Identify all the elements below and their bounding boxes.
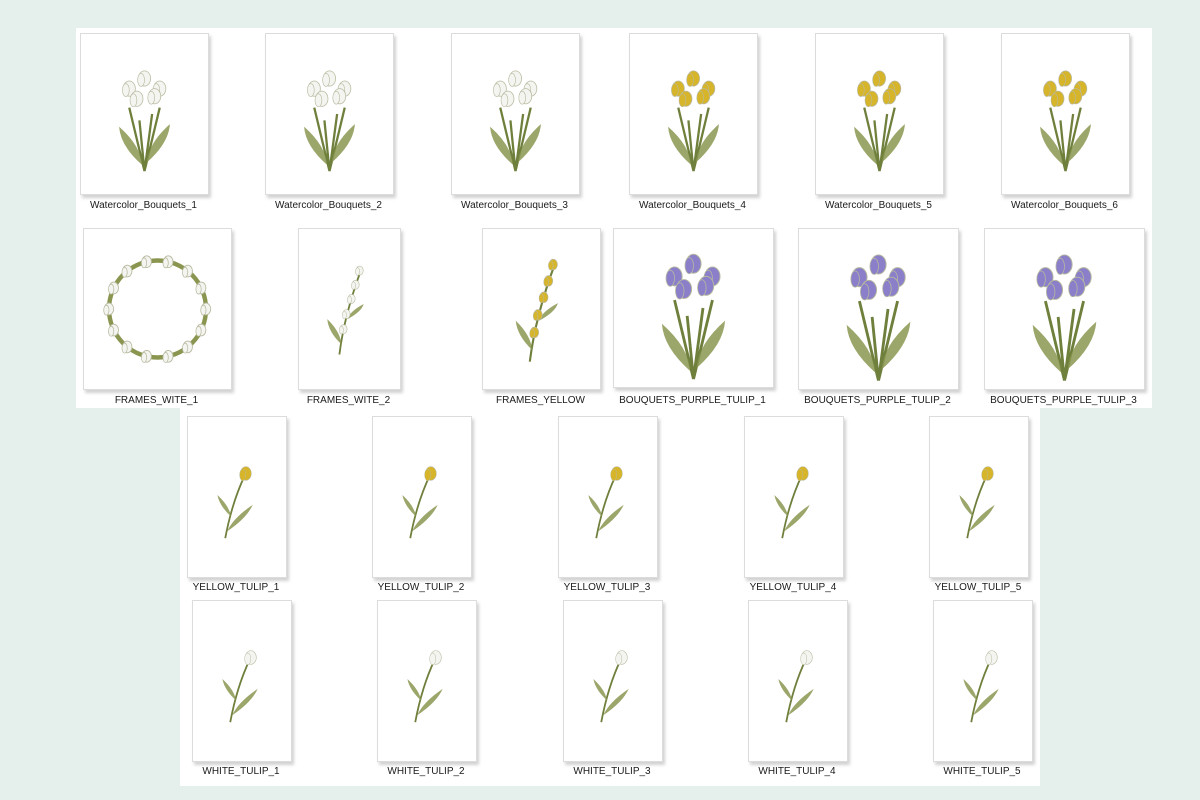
thumbnail-item[interactable]: FRAMES_YELLOW [482, 228, 601, 409]
thumbnail-image[interactable] [613, 228, 774, 388]
yellow-tulip-icon [774, 466, 810, 539]
thumbnail-label: Watercolor_Bouquets_2 [275, 200, 382, 211]
thumbnail-label: Watercolor_Bouquets_1 [90, 200, 197, 211]
thumbnail-image[interactable] [815, 33, 944, 195]
thumbnail-label: YELLOW_TULIP_3 [563, 582, 651, 593]
thumbnail-item[interactable]: Watercolor_Bouquets_3 [451, 33, 580, 214]
white-tulip-bouquet-icon [490, 70, 541, 172]
thumbnail-label: FRAMES_WITE_1 [114, 395, 199, 406]
thumbnail-item[interactable]: Watercolor_Bouquets_2 [265, 33, 394, 214]
white-tulip-wreath-icon [103, 255, 212, 363]
thumbnail-item[interactable]: YELLOW_TULIP_2 [372, 416, 472, 596]
thumbnail-item[interactable]: Watercolor_Bouquets_5 [815, 33, 944, 214]
purple-tulip-bouquet-icon [846, 254, 911, 381]
thumbnail-image[interactable] [372, 416, 472, 578]
thumbnail-image[interactable] [933, 600, 1033, 762]
yellow-tulip-bouquet-icon [854, 70, 905, 172]
thumbnail-item[interactable]: YELLOW_TULIP_4 [744, 416, 844, 596]
thumbnail-item[interactable]: WHITE_TULIP_3 [563, 600, 663, 780]
thumbnail-item[interactable]: YELLOW_TULIP_5 [929, 416, 1029, 596]
thumbnail-label: FRAMES_WITE_2 [306, 395, 391, 406]
thumbnail-image[interactable] [265, 33, 394, 195]
thumbnail-item[interactable]: FRAMES_WITE_2 [298, 228, 401, 409]
thumbnail-label: YELLOW_TULIP_5 [934, 582, 1022, 593]
thumbnail-item[interactable]: YELLOW_TULIP_1 [187, 416, 287, 596]
thumbnail-item[interactable]: FRAMES_WITE_1 [83, 228, 232, 409]
purple-tulip-bouquet-icon [661, 253, 726, 380]
thumbnail-label: WHITE_TULIP_4 [758, 766, 836, 777]
thumbnail-image[interactable] [558, 416, 658, 578]
thumbnail-image[interactable] [629, 33, 758, 195]
thumbnail-image[interactable] [798, 228, 959, 390]
thumbnail-image[interactable] [80, 33, 209, 195]
thumbnail-label: Watercolor_Bouquets_5 [825, 200, 932, 211]
thumbnail-label: YELLOW_TULIP_1 [192, 582, 280, 593]
thumbnail-image[interactable] [1001, 33, 1130, 195]
thumbnail-label: Watercolor_Bouquets_4 [639, 200, 746, 211]
yellow-tulip-icon [959, 466, 995, 539]
thumbnail-label: Watercolor_Bouquets_3 [461, 200, 568, 211]
thumbnail-image[interactable] [748, 600, 848, 762]
yellow-tulip-bouquet-icon [1040, 70, 1091, 172]
thumbnail-image[interactable] [744, 416, 844, 578]
yellow-tulip-bouquet-icon [668, 70, 719, 172]
thumbnail-label: WHITE_TULIP_5 [943, 766, 1021, 777]
thumbnail-item[interactable]: BOUQUETS_PURPLE_TULIP_2 [798, 228, 959, 409]
white-tulip-icon [963, 650, 999, 723]
thumbnail-label: WHITE_TULIP_2 [387, 766, 465, 777]
thumbnail-label: WHITE_TULIP_3 [573, 766, 651, 777]
thumbnail-item[interactable]: WHITE_TULIP_2 [377, 600, 477, 780]
thumbnail-image[interactable] [482, 228, 601, 390]
thumbnail-label: YELLOW_TULIP_2 [377, 582, 465, 593]
white-tulip-bouquet-icon [119, 70, 170, 172]
yellow-tulip-icon [402, 466, 438, 539]
thumbnail-item[interactable]: WHITE_TULIP_5 [933, 600, 1033, 780]
thumbnail-item[interactable]: WHITE_TULIP_1 [192, 600, 292, 780]
thumbnail-label: Watercolor_Bouquets_6 [1011, 200, 1118, 211]
thumbnail-image[interactable] [984, 228, 1145, 390]
yellow-tulip-icon [217, 466, 253, 539]
thumbnail-image[interactable] [929, 416, 1029, 578]
thumbnail-item[interactable]: BOUQUETS_PURPLE_TULIP_1 [613, 228, 774, 409]
purple-tulip-bouquet-icon [1032, 254, 1097, 381]
thumbnail-item[interactable]: YELLOW_TULIP_3 [558, 416, 658, 596]
thumbnail-image[interactable] [298, 228, 401, 390]
thumbnail-label: BOUQUETS_PURPLE_TULIP_3 [990, 395, 1137, 406]
white-tulip-icon [593, 650, 629, 723]
thumbnail-image[interactable] [83, 228, 232, 390]
thumbnail-item[interactable]: Watercolor_Bouquets_1 [80, 33, 209, 214]
thumbnail-image[interactable] [187, 416, 287, 578]
thumbnail-image[interactable] [192, 600, 292, 762]
thumbnail-item[interactable]: Watercolor_Bouquets_4 [629, 33, 758, 214]
thumbnail-label: WHITE_TULIP_1 [202, 766, 280, 777]
thumbnail-image[interactable] [377, 600, 477, 762]
white-tulip-icon [778, 650, 814, 723]
thumbnail-image[interactable] [563, 600, 663, 762]
thumbnail-item[interactable]: WHITE_TULIP_4 [748, 600, 848, 780]
thumbnail-item[interactable]: Watercolor_Bouquets_6 [1001, 33, 1130, 214]
yellow-tulip-icon [588, 466, 624, 539]
thumbnail-label: YELLOW_TULIP_4 [749, 582, 837, 593]
white-tulip-branch-icon [327, 265, 364, 355]
white-tulip-icon [407, 650, 443, 723]
white-tulip-bouquet-icon [304, 70, 355, 172]
thumbnail-item[interactable]: BOUQUETS_PURPLE_TULIP_3 [984, 228, 1145, 409]
white-tulip-icon [222, 650, 258, 723]
thumbnail-image[interactable] [451, 33, 580, 195]
yellow-tulip-branch-icon [515, 258, 558, 362]
